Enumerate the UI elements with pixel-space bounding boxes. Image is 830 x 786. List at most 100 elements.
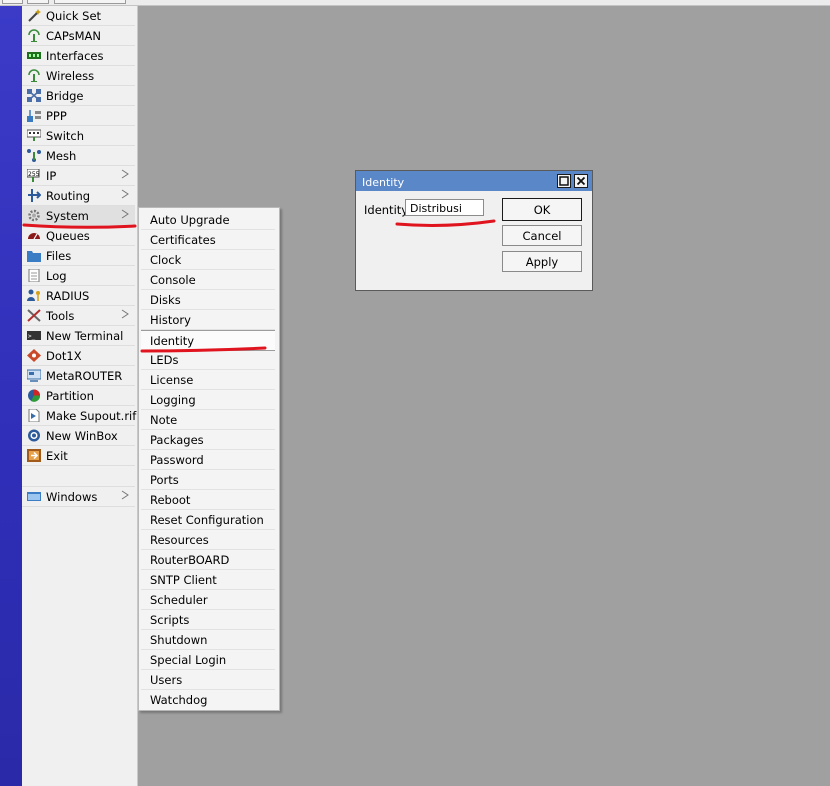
wireless-icon: [28, 69, 40, 82]
sidebar-item-bridge[interactable]: Bridge: [22, 86, 135, 106]
menu-item-users[interactable]: Users: [141, 670, 275, 690]
menu-item-ports[interactable]: Ports: [141, 470, 275, 490]
sidebar-item-label: Interfaces: [46, 49, 104, 63]
sidebar-item-make-supout[interactable]: Make Supout.rif: [22, 406, 136, 426]
menu-item-logging[interactable]: Logging: [141, 390, 275, 410]
interfaces-icon: [27, 52, 41, 59]
ok-button[interactable]: OK: [502, 198, 582, 221]
sidebar-item-label: Windows: [46, 490, 98, 504]
menu-item-auto-upgrade[interactable]: Auto Upgrade: [141, 210, 275, 230]
radius-icon: [27, 289, 40, 301]
menu-item-password[interactable]: Password: [141, 450, 275, 470]
menu-item-scheduler[interactable]: Scheduler: [141, 590, 275, 610]
sidebar-item-label: Bridge: [46, 89, 84, 103]
sidebar-item-new-winbox[interactable]: New WinBox: [22, 426, 135, 446]
toolbar-back-button[interactable]: [2, 0, 23, 4]
menu-item-label: SNTP Client: [150, 573, 217, 587]
sidebar-item-label: PPP: [46, 109, 67, 123]
menu-item-label: Watchdog: [150, 693, 208, 707]
maximize-button[interactable]: [557, 174, 571, 188]
sidebar-item-system[interactable]: System: [22, 206, 135, 226]
sidebar-item-interfaces[interactable]: Interfaces: [22, 46, 135, 66]
menu-item-reset-configuration[interactable]: Reset Configuration: [141, 510, 275, 530]
partition-icon: [28, 389, 41, 402]
toolbar-field[interactable]: [54, 0, 126, 4]
sidebar-item-label: Log: [46, 269, 67, 283]
supout-icon: [28, 409, 40, 422]
sidebar-item-new-terminal[interactable]: >_ New Terminal: [22, 326, 135, 346]
submenu-arrow-icon: [121, 490, 129, 500]
menu-item-license[interactable]: License: [141, 370, 275, 390]
menu-item-leds[interactable]: LEDs: [141, 350, 275, 370]
menu-item-label: Clock: [150, 253, 182, 267]
ip-icon: 255: [27, 169, 40, 182]
tools-icon: [27, 309, 41, 322]
menu-item-label: Auto Upgrade: [150, 213, 230, 227]
sidebar-item-label: IP: [46, 169, 57, 183]
sidebar-item-files[interactable]: Files: [22, 246, 135, 266]
sidebar-item-ip[interactable]: 255 IP: [22, 166, 135, 186]
winbox-vertical-strip: [0, 6, 22, 786]
menu-item-sntp-client[interactable]: SNTP Client: [141, 570, 275, 590]
menu-item-reboot[interactable]: Reboot: [141, 490, 275, 510]
sidebar-item-label: Wireless: [46, 69, 95, 83]
sidebar-item-radius[interactable]: RADIUS: [22, 286, 135, 306]
menu-item-console[interactable]: Console: [141, 270, 275, 290]
terminal-icon: >_: [27, 331, 41, 340]
menu-item-label: Reset Configuration: [150, 513, 264, 527]
menu-item-clock[interactable]: Clock: [141, 250, 275, 270]
sidebar-item-ppp[interactable]: PPP: [22, 106, 135, 126]
close-button[interactable]: [574, 174, 588, 188]
identity-input[interactable]: Distribusi: [405, 199, 484, 216]
sidebar-item-routing[interactable]: Routing: [22, 186, 135, 206]
menu-item-routerboard[interactable]: RouterBOARD: [141, 550, 275, 570]
menu-item-certificates[interactable]: Certificates: [141, 230, 275, 250]
menu-item-label: RouterBOARD: [150, 553, 230, 567]
sidebar-item-mesh[interactable]: Mesh: [22, 146, 135, 166]
menu-item-history[interactable]: History: [141, 310, 275, 330]
toolbar-forward-button[interactable]: [27, 0, 49, 4]
menu-item-identity[interactable]: Identity: [141, 330, 275, 351]
sidebar-item-log[interactable]: Log: [22, 266, 135, 286]
mesh-icon: [27, 149, 41, 162]
menu-item-resources[interactable]: Resources: [141, 530, 275, 550]
metarouter-icon: [27, 369, 41, 382]
sidebar-item-capsman[interactable]: CAPsMAN: [22, 26, 135, 46]
menu-item-scripts[interactable]: Scripts: [141, 610, 275, 630]
cancel-button[interactable]: Cancel: [502, 225, 582, 246]
sidebar-item-wireless[interactable]: Wireless: [22, 66, 135, 86]
sidebar-item-dot1x[interactable]: Dot1X: [22, 346, 135, 366]
folder-icon: [27, 251, 41, 262]
sidebar-item-switch[interactable]: Switch: [22, 126, 135, 146]
menu-item-label: Identity: [150, 334, 195, 348]
menu-item-label: Logging: [150, 393, 196, 407]
menu-item-watchdog[interactable]: Watchdog: [141, 690, 275, 709]
gear-icon: [28, 209, 40, 222]
menu-item-label: Users: [150, 673, 183, 687]
dialog-title-bar[interactable]: Identity: [356, 171, 592, 191]
menu-item-note[interactable]: Note: [141, 410, 275, 430]
sidebar-item-partition[interactable]: Partition: [22, 386, 135, 406]
menu-item-special-login[interactable]: Special Login: [141, 650, 275, 670]
menu-item-packages[interactable]: Packages: [141, 430, 275, 450]
sidebar-item-label: Routing: [46, 189, 91, 203]
sidebar-item-exit[interactable]: Exit: [22, 446, 135, 466]
menu-item-label: Reboot: [150, 493, 191, 507]
apply-button[interactable]: Apply: [502, 251, 582, 272]
sidebar-item-queues[interactable]: Queues: [22, 226, 135, 246]
sidebar-item-metarouter[interactable]: MetaROUTER: [22, 366, 135, 386]
sidebar-menu: Quick Set CAPsMAN Interfaces Wireless Br…: [22, 6, 138, 786]
antenna-icon: [28, 29, 40, 42]
menu-item-label: Resources: [150, 533, 209, 547]
wand-icon: [28, 9, 41, 22]
menu-item-disks[interactable]: Disks: [141, 290, 275, 310]
system-submenu: Auto Upgrade Certificates Clock Console …: [138, 207, 280, 711]
menu-item-shutdown[interactable]: Shutdown: [141, 630, 275, 650]
sidebar-item-windows[interactable]: Windows: [22, 486, 135, 507]
winbox-icon: [28, 429, 40, 442]
log-icon: [28, 269, 40, 282]
sidebar-item-tools[interactable]: Tools: [22, 306, 135, 326]
submenu-arrow-icon: [121, 309, 129, 319]
sidebar-item-quick-set[interactable]: Quick Set: [22, 6, 135, 26]
sidebar-item-label: New Terminal: [46, 329, 124, 343]
